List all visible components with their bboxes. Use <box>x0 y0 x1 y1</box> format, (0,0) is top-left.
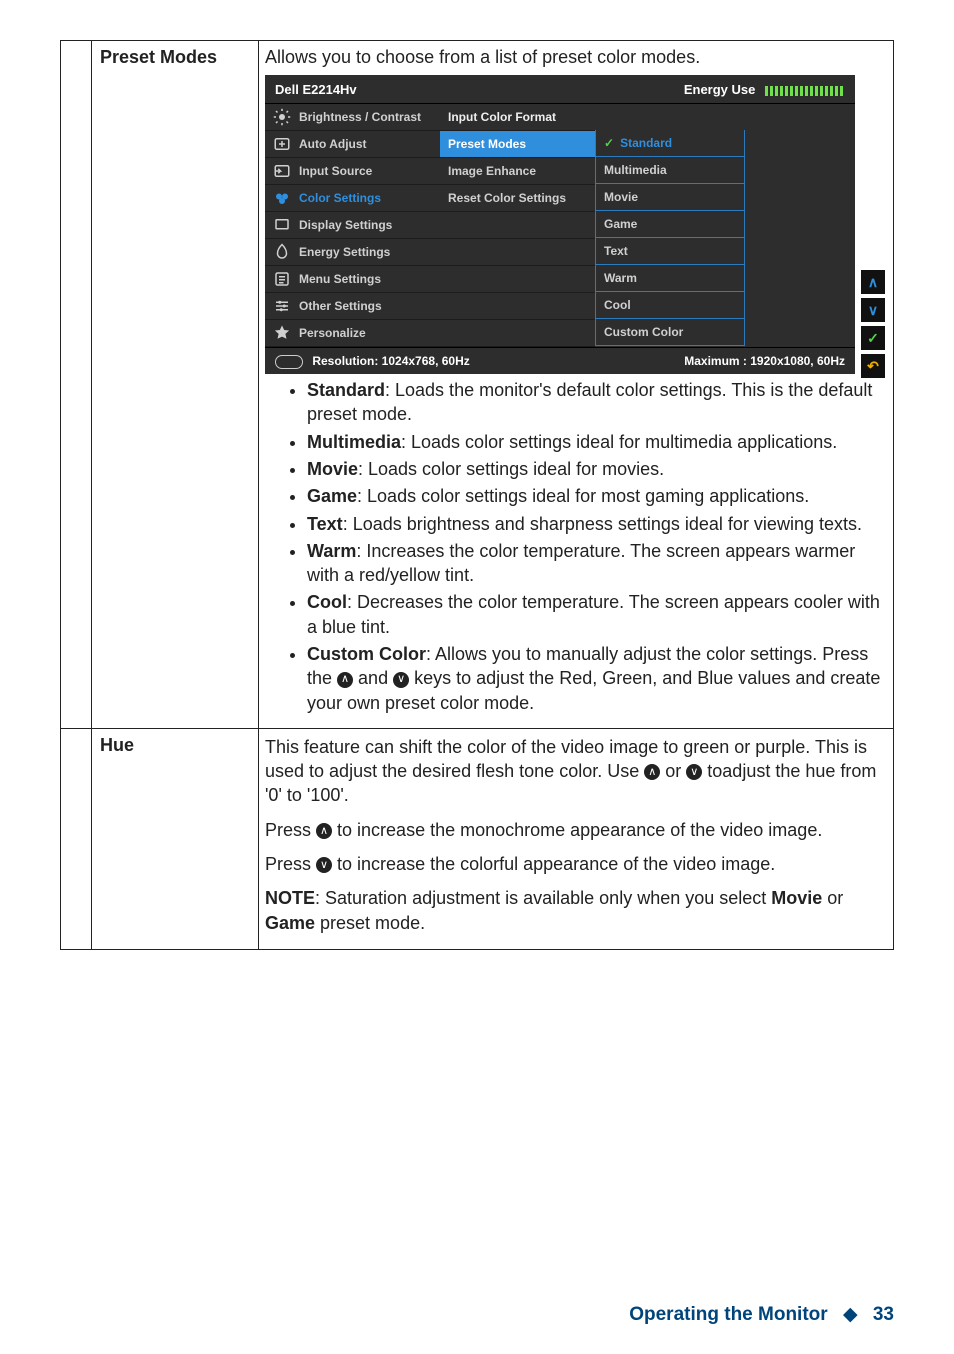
bullet-multimedia: Multimedia: Loads color settings ideal f… <box>307 430 881 454</box>
row-indent <box>61 41 92 729</box>
resolution-icon <box>275 355 303 369</box>
opt-multimedia[interactable]: Multimedia <box>595 157 745 184</box>
menu-personalize[interactable]: Personalize <box>265 320 440 347</box>
auto-adjust-icon <box>273 135 291 153</box>
row-content-preset: Allows you to choose from a list of pres… <box>259 41 894 729</box>
menu-energy-settings[interactable]: Energy Settings <box>265 239 440 266</box>
page-footer: Operating the Monitor ◆ 33 <box>629 1303 894 1326</box>
hue-p3: Press ∨ to increase the colorful appeara… <box>265 852 887 876</box>
opt-game[interactable]: Game <box>595 211 745 238</box>
osd-up-button[interactable]: ∧ <box>861 270 885 294</box>
menu-color-settings[interactable]: Color Settings <box>265 185 440 212</box>
opt-warm[interactable]: Warm <box>595 265 745 292</box>
footer-title: Operating the Monitor <box>629 1304 827 1325</box>
color-settings-icon <box>273 189 291 207</box>
sub-empty <box>440 266 595 293</box>
bullet-text: Text: Loads brightness and sharpness set… <box>307 512 881 536</box>
row-content-hue: This feature can shift the color of the … <box>259 728 894 949</box>
osd-model: Dell E2214Hv <box>275 81 357 99</box>
energy-settings-icon <box>273 243 291 261</box>
osd-options: ✓ Standard Multimedia Movie Game Text Wa… <box>595 104 745 347</box>
up-key-icon: ∧ <box>337 672 353 688</box>
opt-custom[interactable]: Custom Color <box>595 319 745 346</box>
up-key-icon: ∧ <box>644 764 660 780</box>
sub-empty <box>440 320 595 347</box>
bullet-standard: Standard: Loads the monitor's default co… <box>307 378 881 427</box>
down-key-icon: ∨ <box>686 764 702 780</box>
row-label-preset: Preset Modes <box>92 41 259 729</box>
opt-movie[interactable]: Movie <box>595 184 745 211</box>
input-source-icon <box>273 162 291 180</box>
menu-menu-settings[interactable]: Menu Settings <box>265 266 440 293</box>
sub-reset-color[interactable]: Reset Color Settings <box>440 185 595 212</box>
row-label-hue: Hue <box>92 728 259 949</box>
opt-text[interactable]: Text <box>595 238 745 265</box>
menu-input-source[interactable]: Input Source <box>265 158 440 185</box>
bullet-movie: Movie: Loads color settings ideal for mo… <box>307 457 881 481</box>
preset-intro: Allows you to choose from a list of pres… <box>265 45 887 69</box>
row-indent <box>61 728 92 949</box>
menu-auto-adjust[interactable]: Auto Adjust <box>265 131 440 158</box>
down-key-icon: ∨ <box>393 672 409 688</box>
menu-brightness[interactable]: Brightness / Contrast <box>265 104 440 131</box>
sub-empty <box>440 293 595 320</box>
osd-screenshot: Dell E2214Hv Energy Use Brightness / Con… <box>265 75 855 374</box>
hue-p2: Press ∧ to increase the monochrome appea… <box>265 818 887 842</box>
sub-header: Input Color Format <box>440 104 595 131</box>
opt-standard[interactable]: ✓ Standard <box>595 130 745 157</box>
menu-other-settings[interactable]: Other Settings <box>265 293 440 320</box>
settings-table: Preset Modes Allows you to choose from a… <box>60 40 894 950</box>
osd-down-button[interactable]: ∨ <box>861 298 885 322</box>
osd-maximum: Maximum : 1920x1080, 60Hz <box>684 353 845 369</box>
energy-bar-icon <box>765 86 845 96</box>
personalize-icon <box>273 324 291 342</box>
other-settings-icon <box>273 297 291 315</box>
up-key-icon: ∧ <box>316 823 332 839</box>
bullet-custom: Custom Color: Allows you to manually adj… <box>307 642 881 715</box>
sub-empty <box>440 212 595 239</box>
preset-bullets: Standard: Loads the monitor's default co… <box>289 378 887 715</box>
hue-note: NOTE: Saturation adjustment is available… <box>265 886 887 935</box>
brightness-icon <box>273 108 291 126</box>
osd-back-button[interactable]: ↶ <box>861 354 885 378</box>
bullet-cool: Cool: Decreases the color temperature. T… <box>307 590 881 639</box>
sub-empty <box>440 239 595 266</box>
bullet-warm: Warm: Increases the color temperature. T… <box>307 539 881 588</box>
bullet-game: Game: Loads color settings ideal for mos… <box>307 484 881 508</box>
down-key-icon: ∨ <box>316 857 332 873</box>
opt-cool[interactable]: Cool <box>595 292 745 319</box>
footer-separator-icon: ◆ <box>843 1304 858 1325</box>
menu-settings-icon <box>273 270 291 288</box>
sub-preset-modes[interactable]: Preset Modes <box>440 131 595 158</box>
osd-main-menu: Brightness / Contrast Auto Adjust Input … <box>265 104 440 347</box>
menu-display-settings[interactable]: Display Settings <box>265 212 440 239</box>
display-settings-icon <box>273 216 291 234</box>
osd-resolution: Resolution: 1024x768, 60Hz <box>312 354 469 368</box>
sub-image-enhance[interactable]: Image Enhance <box>440 158 595 185</box>
footer-page-number: 33 <box>873 1304 894 1325</box>
osd-sub-menu: Input Color Format Preset Modes Image En… <box>440 104 595 347</box>
osd-ok-button[interactable]: ✓ <box>861 326 885 350</box>
hue-p1: This feature can shift the color of the … <box>265 735 887 808</box>
check-icon: ✓ <box>604 135 614 151</box>
opt-spacer <box>595 104 745 130</box>
osd-energy-label: Energy Use <box>684 82 756 97</box>
